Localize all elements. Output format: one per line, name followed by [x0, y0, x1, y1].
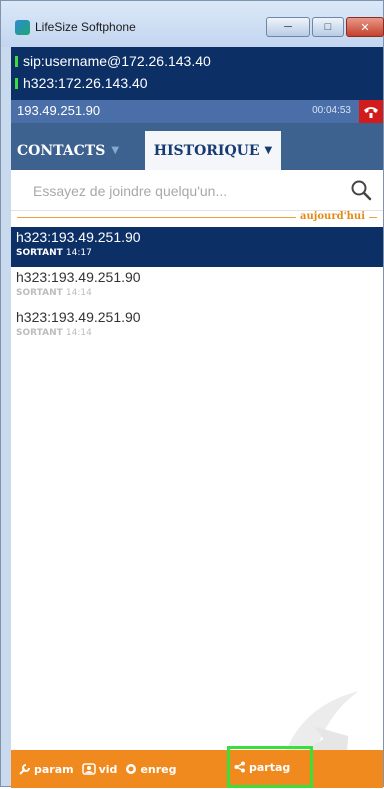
- history-address: h323:193.49.251.90: [16, 269, 141, 285]
- history-time: 14:14: [65, 288, 92, 298]
- tab-historique-label: HISTORIQUE: [153, 142, 260, 159]
- history-item[interactable]: h323:193.49.251.90 SORTANT 14:14: [11, 267, 383, 307]
- client-area: sip:username@172.26.143.40 h323:172.26.1…: [11, 47, 383, 788]
- param-button[interactable]: param: [19, 757, 74, 781]
- softphone-window: LifeSize Softphone ─ □ ✕ sip:username@17…: [0, 0, 384, 788]
- dropdown-arrow-icon: ▼: [264, 145, 273, 156]
- close-button[interactable]: ✕: [346, 17, 384, 37]
- history-time: 14:17: [65, 248, 92, 258]
- accounts-panel: sip:username@172.26.143.40 h323:172.26.1…: [11, 47, 383, 100]
- call-address: 193.49.251.90: [17, 103, 101, 118]
- day-label: aujourd'hui: [296, 211, 369, 222]
- window-title: LifeSize Softphone: [35, 20, 136, 34]
- video-icon: [81, 763, 96, 775]
- minimize-button[interactable]: ─: [266, 17, 310, 37]
- active-call-bar: 193.49.251.90 00:04:53: [11, 100, 383, 123]
- status-online-icon: [15, 55, 18, 67]
- history-direction: SORTANT: [16, 288, 63, 298]
- vid-label: vid: [98, 762, 118, 776]
- tab-contacts[interactable]: CONTACTS ▼: [17, 131, 141, 170]
- history-time: 14:14: [65, 328, 92, 338]
- search-icon[interactable]: [349, 178, 373, 202]
- account-sip[interactable]: sip:username@172.26.143.40: [15, 50, 211, 72]
- search-bar: [11, 170, 383, 211]
- hangup-phone-icon: [364, 106, 378, 118]
- lifesize-app-icon: [15, 20, 30, 35]
- hangup-button[interactable]: [359, 100, 383, 123]
- account-h323[interactable]: h323:172.26.143.40: [15, 72, 148, 94]
- maximize-icon: □: [324, 21, 332, 33]
- history-direction: SORTANT: [16, 248, 63, 258]
- title-bar[interactable]: LifeSize Softphone ─ □ ✕: [1, 1, 384, 47]
- tab-bar: CONTACTS ▼ HISTORIQUE ▼: [11, 123, 383, 170]
- enreg-button[interactable]: enreg: [125, 757, 177, 781]
- history-item[interactable]: h323:193.49.251.90 SORTANT 14:14: [11, 307, 383, 347]
- history-list: h323:193.49.251.90 SORTANT 14:17 h323:19…: [11, 227, 383, 347]
- history-direction: SORTANT: [16, 328, 63, 338]
- share-icon: [234, 761, 245, 773]
- account-label: h323:172.26.143.40: [23, 75, 148, 91]
- param-label: param: [34, 762, 74, 776]
- wrench-icon: [19, 764, 30, 775]
- account-label: sip:username@172.26.143.40: [23, 53, 211, 69]
- tab-historique[interactable]: HISTORIQUE ▼: [145, 131, 281, 170]
- history-meta: SORTANT 14:14: [16, 287, 383, 299]
- day-separator: aujourd'hui: [11, 211, 383, 225]
- history-address: h323:193.49.251.90: [16, 229, 141, 245]
- minimize-icon: ─: [284, 21, 292, 33]
- enreg-label: enreg: [140, 762, 177, 776]
- search-input[interactable]: [31, 178, 335, 204]
- partag-label: partag: [249, 760, 291, 774]
- history-item[interactable]: h323:193.49.251.90 SORTANT 14:17: [11, 227, 383, 267]
- status-online-icon: [15, 77, 18, 89]
- call-timer: 00:04:53: [312, 105, 351, 116]
- bottom-toolbar: param vid enreg partag: [11, 746, 383, 788]
- maximize-button[interactable]: □: [312, 17, 344, 37]
- history-meta: SORTANT 14:14: [16, 327, 383, 339]
- partag-button[interactable]: partag: [227, 746, 313, 788]
- history-address: h323:193.49.251.90: [16, 309, 141, 325]
- close-icon: ✕: [360, 21, 370, 34]
- record-icon: [126, 764, 137, 774]
- dropdown-arrow-icon: ▼: [111, 145, 120, 156]
- tab-contacts-label: CONTACTS: [17, 142, 106, 159]
- vid-button[interactable]: vid: [81, 757, 118, 781]
- history-meta: SORTANT 14:17: [16, 247, 383, 259]
